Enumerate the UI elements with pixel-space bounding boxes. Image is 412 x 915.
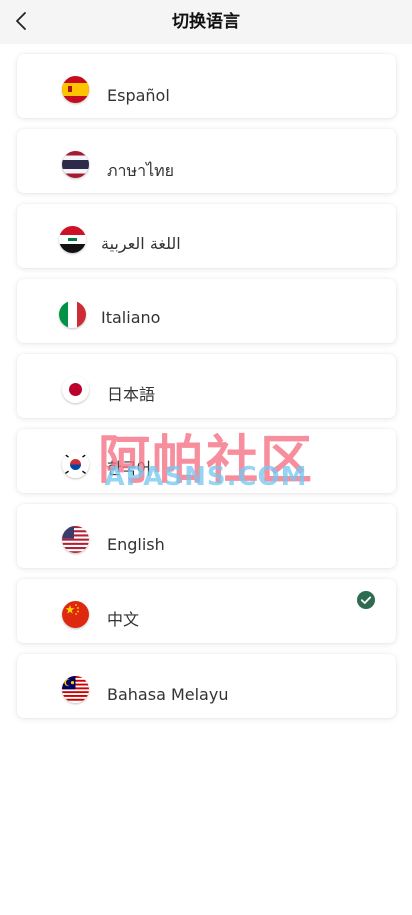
usa-flag-icon	[62, 526, 89, 553]
top-bar: 切换语言	[0, 0, 412, 44]
spain-flag-icon	[62, 76, 89, 103]
language-option-english[interactable]: English	[17, 504, 396, 568]
language-label: 中文	[107, 610, 140, 629]
malaysia-flag-icon	[62, 676, 89, 703]
language-option-japanese[interactable]: 日本語	[17, 354, 396, 418]
language-label: Italiano	[101, 308, 161, 327]
check-circle-icon	[357, 591, 375, 609]
italy-flag-icon	[59, 301, 86, 328]
language-label: 日本語	[107, 385, 156, 404]
thailand-flag-icon	[62, 151, 89, 178]
language-option-thai[interactable]: ภาษาไทย	[17, 129, 396, 193]
language-option-korean[interactable]: 한국어	[17, 429, 396, 493]
page-title: 切换语言	[172, 12, 240, 32]
iraq-flag-icon	[59, 226, 86, 253]
language-option-italian[interactable]: Italiano	[17, 279, 396, 343]
language-settings-page: 切换语言 Español ภาษาไทย اللغة العربية Itali…	[0, 0, 412, 915]
japan-flag-icon	[62, 376, 89, 403]
china-flag-icon	[62, 601, 89, 628]
language-label: اللغة العربية	[101, 234, 181, 253]
south-korea-flag-icon	[62, 451, 89, 478]
language-label: Bahasa Melayu	[107, 685, 229, 704]
language-label: ภาษาไทย	[107, 161, 175, 180]
language-label: Español	[107, 86, 170, 105]
language-label: English	[107, 535, 165, 554]
language-option-arabic[interactable]: اللغة العربية	[17, 204, 396, 268]
language-option-malay[interactable]: Bahasa Melayu	[17, 654, 396, 718]
language-option-spanish[interactable]: Español	[17, 54, 396, 118]
language-option-chinese[interactable]: 中文	[17, 579, 396, 643]
language-label: 한국어	[107, 459, 152, 478]
